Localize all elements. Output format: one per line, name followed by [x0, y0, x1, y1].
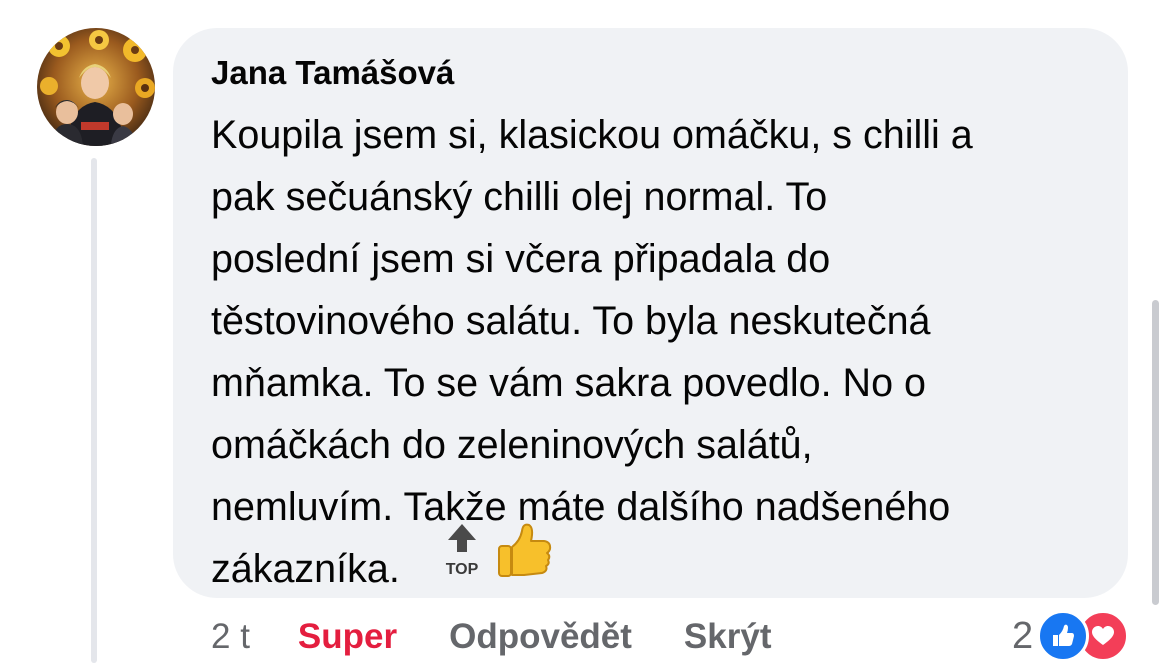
reply-button[interactable]: Odpovědět — [449, 617, 632, 657]
thread-line — [91, 158, 97, 663]
hide-button[interactable]: Skrýt — [684, 617, 772, 657]
comment-author-name[interactable]: Jana Tamášová — [211, 54, 454, 92]
reaction-summary[interactable]: 2 — [1012, 608, 1130, 664]
comment-actions: 2 t Super Odpovědět Skrýt — [211, 612, 771, 662]
avatar-photo — [37, 28, 155, 146]
like-button[interactable]: Super — [298, 617, 397, 657]
top-arrow-emoji-icon: TOP — [446, 524, 479, 578]
comment-emojis: TOP — [440, 520, 554, 580]
reaction-count: 2 — [1012, 614, 1034, 657]
thumbs-up-emoji-icon — [498, 523, 552, 577]
like-reaction-icon — [1037, 610, 1090, 662]
comment-text: Koupila jsem si, klasickou omáčku, s chi… — [211, 113, 973, 591]
top-emoji-label: TOP — [446, 561, 479, 578]
comment-timestamp[interactable]: 2 t — [211, 617, 250, 657]
scrollbar[interactable] — [1152, 300, 1159, 605]
avatar[interactable] — [37, 28, 155, 146]
